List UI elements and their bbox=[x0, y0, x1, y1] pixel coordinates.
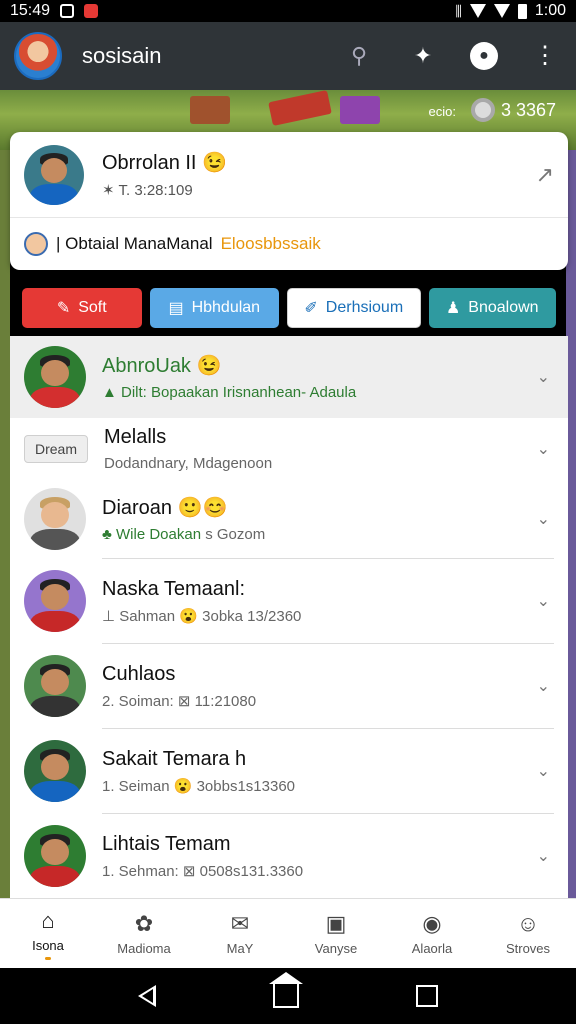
vibrate-icon: ⫼ bbox=[455, 2, 462, 19]
friend-avatar bbox=[24, 488, 86, 550]
list-item[interactable]: Sakait Temara h 1. Seiman 😮 3obbs1s13360… bbox=[10, 729, 568, 813]
hbhdulan-button[interactable]: ▤ Hbhdulan bbox=[149, 288, 280, 328]
nav-may[interactable]: ✉ MaY bbox=[192, 899, 288, 968]
search-icon[interactable]: ⚲ bbox=[342, 39, 376, 73]
chat-icon: ▣ bbox=[325, 911, 347, 936]
status-highlight: Eloosbbssaik bbox=[220, 234, 321, 253]
coin-icon bbox=[470, 98, 495, 122]
friend-avatar bbox=[24, 825, 86, 887]
action-button-row: ✎ Soft ▤ Hbhdulan ✐ Derhsioum ♟ Bnoalown bbox=[22, 288, 556, 328]
friend-name: Melalls bbox=[104, 426, 167, 448]
profile-status-row[interactable]: | Obtaial ManaManal Eloosbbssaik bbox=[10, 218, 568, 270]
friend-status: 2. Soiman: ⊠ 11:21080 bbox=[102, 692, 257, 710]
edit-icon: ✐ bbox=[304, 300, 318, 317]
friend-name: Cuhlaos bbox=[102, 662, 176, 685]
user-avatar[interactable] bbox=[14, 32, 62, 80]
friend-name: Lihtais Temam bbox=[102, 832, 231, 855]
pencil-icon: ✎ bbox=[56, 300, 71, 317]
banner-label: ecio: bbox=[428, 104, 456, 119]
friend-status: 1. Seiman 😮 3obbs1s13360 bbox=[102, 777, 296, 795]
friend-status: ▲ Dilt: Bopaakan Irisnanhean- Adaula bbox=[102, 384, 357, 401]
list-item[interactable]: Dream Melalls Dodandnary, Mdagenoon ⌄ bbox=[10, 418, 568, 480]
friend-name: AbnroUak 😉 bbox=[102, 355, 222, 377]
bnoalown-button[interactable]: ♟ Bnoalown bbox=[428, 288, 556, 328]
friend-status: ⊥ Sahman 😮 3obka 13/2360 bbox=[102, 607, 302, 625]
signal-icon bbox=[493, 4, 510, 18]
coin-count: 3 3367 bbox=[500, 99, 556, 120]
flower-icon: ✿ bbox=[134, 911, 154, 936]
friend-name: Diaroan 🙂😊 bbox=[102, 497, 228, 519]
battery-icon bbox=[517, 3, 527, 19]
wink-emoji: 😉 bbox=[202, 152, 227, 174]
nav-stroves[interactable]: ☺ Stroves bbox=[480, 899, 576, 968]
wifi-icon bbox=[469, 4, 486, 18]
puzzle-icon[interactable]: ✦ bbox=[406, 39, 440, 73]
camera-status-icon bbox=[60, 4, 75, 18]
banner-house-image bbox=[190, 96, 230, 124]
friend-status: Dodandnary, Mdagenoon bbox=[104, 455, 273, 472]
nav-alaorla[interactable]: ◉ Alaorla bbox=[384, 899, 480, 968]
banner-sign-image bbox=[268, 90, 332, 126]
chevron-down-icon[interactable]: ⌄ bbox=[537, 439, 550, 459]
active-indicator bbox=[45, 956, 51, 960]
camera-icon: ◉ bbox=[422, 911, 442, 936]
friend-status: 1. Sehman: ⊠ 0508s131.3360 bbox=[102, 862, 304, 880]
profile-name: Obrrolan II 😉 bbox=[102, 152, 227, 174]
chevron-down-icon[interactable]: ⌄ bbox=[537, 367, 550, 387]
person-icon: ♟ bbox=[445, 300, 461, 317]
expand-arrow-icon[interactable]: ↗ bbox=[536, 162, 554, 188]
lock-icon[interactable]: ● bbox=[470, 42, 498, 70]
back-icon[interactable] bbox=[138, 985, 157, 1007]
bottom-navigation: ⌂ Isona ✿ Madioma ✉ MaY ▣ Vanyse ◉ Alaor… bbox=[0, 898, 576, 968]
soft-button[interactable]: ✎ Soft bbox=[22, 288, 142, 328]
friend-avatar bbox=[24, 740, 86, 802]
nav-vanyse[interactable]: ▣ Vanyse bbox=[288, 899, 384, 968]
chevron-down-icon[interactable]: ⌄ bbox=[537, 676, 550, 696]
recent-apps-icon[interactable] bbox=[415, 985, 438, 1007]
status-bar: 15:49 ⫼ 1:00 bbox=[0, 0, 576, 22]
app-bar: sosisain ⚲ ✦ ● ⋮ bbox=[0, 22, 576, 90]
derhsioum-button[interactable]: ✐ Derhsioum bbox=[287, 288, 421, 328]
chevron-down-icon[interactable]: ⌄ bbox=[537, 846, 550, 866]
profile-avatar[interactable] bbox=[24, 144, 84, 205]
friend-avatar bbox=[24, 570, 86, 632]
profile-card: Obrrolan II 😉 ✶ T. 3:28:109 ↗ | Obtaial … bbox=[10, 132, 568, 270]
chevron-down-icon[interactable]: ⌄ bbox=[537, 591, 550, 611]
friend-status: ♣ Wile Doakan s Gozom bbox=[102, 526, 266, 543]
chevron-down-icon[interactable]: ⌄ bbox=[537, 761, 550, 781]
status-time-left: 15:49 bbox=[10, 2, 51, 19]
friend-name: Naska Temaanl: bbox=[102, 577, 246, 600]
friend-avatar bbox=[24, 346, 86, 408]
more-options-icon[interactable]: ⋮ bbox=[528, 39, 562, 73]
friend-name: Sakait Temara h bbox=[102, 747, 247, 770]
app-title: sosisain bbox=[82, 43, 162, 68]
list-item[interactable]: Diaroan 🙂😊 ♣ Wile Doakan s Gozom ⌄ bbox=[10, 480, 568, 558]
list-item[interactable]: Naska Temaanl: ⊥ Sahman 😮 3obka 13/2360 … bbox=[10, 559, 568, 643]
friend-avatar bbox=[24, 655, 86, 717]
notification-status-icon bbox=[84, 4, 99, 18]
profile-icon: ☺ bbox=[516, 911, 540, 936]
home-icon: ⌂ bbox=[41, 907, 55, 933]
friend-list: AbnroUak 😉 ▲ Dilt: Bopaakan Irisnanhean-… bbox=[10, 336, 568, 900]
mail-icon: ✉ bbox=[230, 911, 250, 936]
status-text: | Obtaial ManaManal bbox=[56, 234, 213, 253]
mini-avatar bbox=[24, 232, 48, 256]
list-item[interactable]: AbnroUak 😉 ▲ Dilt: Bopaakan Irisnanhean-… bbox=[10, 336, 568, 418]
nav-home[interactable]: ⌂ Isona bbox=[0, 899, 96, 968]
system-navigation bbox=[0, 968, 576, 1024]
status-time-right: 1:00 bbox=[534, 2, 566, 19]
chevron-down-icon[interactable]: ⌄ bbox=[537, 509, 550, 529]
home-button-icon[interactable] bbox=[268, 972, 303, 1008]
list-item[interactable]: Cuhlaos 2. Soiman: ⊠ 11:21080 ⌄ bbox=[10, 644, 568, 728]
document-icon: ▤ bbox=[168, 300, 184, 317]
profile-subtitle: ✶ T. 3:28:109 bbox=[102, 182, 193, 199]
nav-madioma[interactable]: ✿ Madioma bbox=[96, 899, 192, 968]
list-item[interactable]: Lihtais Temam 1. Sehman: ⊠ 0508s131.3360… bbox=[10, 814, 568, 898]
coin-counter[interactable]: 3 3367 bbox=[470, 98, 556, 122]
banner-building-image bbox=[340, 96, 380, 124]
dream-tag: Dream bbox=[24, 435, 88, 463]
